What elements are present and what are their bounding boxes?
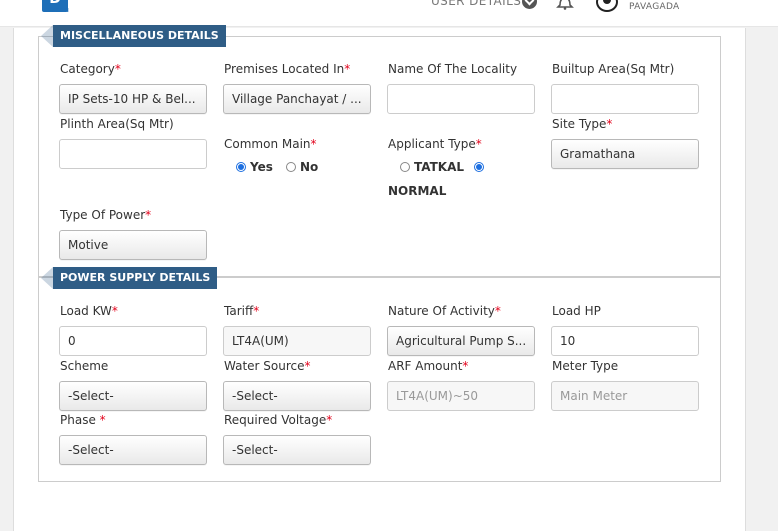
- applicant-tatkal-label[interactable]: TATKAL: [414, 160, 464, 174]
- meter-type-input[interactable]: Main Meter: [551, 381, 699, 411]
- load-hp-input[interactable]: 10: [551, 326, 699, 356]
- applicant-normal-label[interactable]: NORMAL: [388, 184, 446, 198]
- site-type-label: Site Type*: [552, 117, 613, 131]
- location-label: PAVAGADA: [629, 2, 680, 12]
- type-of-power-label: Type Of Power*: [60, 208, 152, 222]
- phase-select[interactable]: -Select-: [59, 435, 207, 465]
- load-kw-label: Load KW*: [60, 304, 118, 318]
- applicant-normal-radio[interactable]: [474, 162, 484, 172]
- common-main-no-label[interactable]: No: [300, 160, 318, 174]
- user-avatar-icon[interactable]: [596, 0, 618, 12]
- builtup-area-input[interactable]: [551, 84, 699, 114]
- required-voltage-select[interactable]: -Select-: [223, 435, 371, 465]
- arf-amount-input[interactable]: LT4A(UM)~50: [387, 381, 535, 411]
- plinth-area-input[interactable]: [59, 139, 207, 169]
- phase-label: Phase *: [60, 413, 106, 427]
- common-main-yes-label[interactable]: Yes: [250, 160, 273, 174]
- plinth-area-label: Plinth Area(Sq Mtr): [60, 117, 174, 131]
- required-voltage-label: Required Voltage*: [224, 413, 333, 427]
- miscellaneous-details-title: MISCELLANEOUS DETAILS: [41, 25, 226, 47]
- premises-select[interactable]: Village Panchayat / ...: [223, 84, 371, 114]
- applicant-type-label: Applicant Type*: [388, 137, 482, 151]
- arf-amount-label: ARF Amount*: [388, 359, 469, 373]
- common-main-no-radio[interactable]: [286, 162, 296, 172]
- tariff-input[interactable]: LT4A(UM): [223, 326, 371, 356]
- scheme-label: Scheme: [60, 359, 109, 373]
- premises-label: Premises Located In*: [224, 62, 351, 76]
- nature-of-activity-label: Nature Of Activity*: [388, 304, 501, 318]
- chevron-down-icon[interactable]: [522, 0, 537, 9]
- scheme-select[interactable]: -Select-: [59, 381, 207, 411]
- nature-of-activity-select[interactable]: Agricultural Pump S...: [387, 326, 535, 356]
- common-main-label: Common Main*: [224, 137, 317, 151]
- locality-label: Name Of The Locality: [388, 62, 518, 76]
- locality-input[interactable]: [387, 84, 535, 114]
- category-label: Category*: [60, 62, 121, 76]
- applicant-tatkal-radio[interactable]: [400, 162, 410, 172]
- bell-icon[interactable]: [556, 0, 574, 10]
- meter-type-label: Meter Type: [552, 359, 619, 373]
- load-kw-input[interactable]: 0: [59, 326, 207, 356]
- logo-subtitle: BESCOM: [44, 8, 69, 14]
- category-select[interactable]: IP Sets-10 HP & Bel...: [59, 84, 207, 114]
- water-source-select[interactable]: -Select-: [223, 381, 371, 411]
- common-main-yes-radio[interactable]: [236, 162, 246, 172]
- top-navbar: D BESCOM USER DETAILS PAVAGADA: [0, 0, 778, 27]
- user-details-menu[interactable]: USER DETAILS: [431, 0, 521, 8]
- load-hp-label: Load HP: [552, 304, 601, 318]
- tariff-label: Tariff*: [224, 304, 260, 318]
- water-source-label: Water Source*: [224, 359, 311, 373]
- site-type-select[interactable]: Gramathana: [551, 139, 699, 169]
- power-supply-details-title: POWER SUPPLY DETAILS: [40, 267, 218, 289]
- builtup-area-label: Builtup Area(Sq Mtr): [552, 62, 675, 76]
- type-of-power-select[interactable]: Motive: [59, 230, 207, 260]
